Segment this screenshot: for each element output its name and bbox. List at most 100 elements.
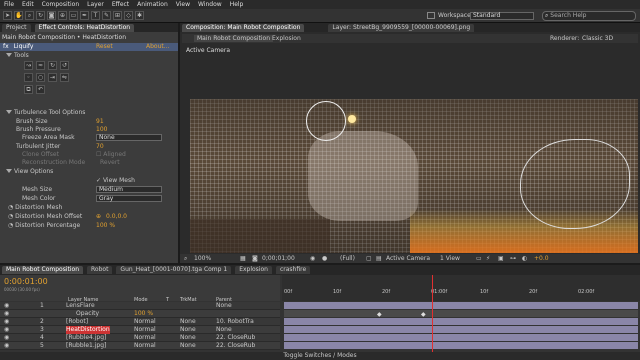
clone-tool-icon[interactable]: ⊞	[113, 11, 122, 20]
toggle-switches-modes[interactable]: Toggle Switches / Modes	[283, 352, 356, 359]
grid-icon[interactable]: ▦	[240, 255, 246, 262]
layer-row[interactable]: ◉ Opacity 100 %	[0, 310, 280, 318]
layer-row[interactable]: ◉ 5 [Rubble1.jpg] Normal None 22. CloseRub	[0, 342, 280, 350]
mesh-size-select[interactable]: Medium	[96, 186, 162, 193]
trkmat-select[interactable]: None	[180, 318, 196, 326]
menu-item[interactable]: Animation	[137, 1, 168, 8]
trkmat-select[interactable]: None	[180, 342, 196, 350]
tab-layer[interactable]: Layer: StreetBg_9909559_[00000-00069].pn…	[328, 23, 475, 32]
reconstruct-icon[interactable]: ↶	[36, 85, 45, 94]
magnify-icon[interactable]: ⌕	[184, 255, 187, 263]
menu-item[interactable]: Help	[230, 1, 244, 8]
timeline-tab[interactable]: Robot	[87, 266, 113, 274]
subnav-explosion[interactable]: Explosion	[272, 35, 301, 42]
camera-icon[interactable]: ◙	[252, 255, 258, 262]
mesh-color-select[interactable]: Gray	[96, 195, 162, 202]
freeze-area-mask-select[interactable]: None	[96, 134, 162, 141]
rotate-tool-icon[interactable]: ↻	[36, 11, 45, 20]
effect-header[interactable]: fx Liquify Reset About...	[0, 43, 178, 51]
layer-name[interactable]: [Rubble4.jpg]	[66, 334, 106, 342]
search-help-input[interactable]: ⌕ Search Help	[542, 11, 636, 21]
visibility-eye-icon[interactable]: ◉	[4, 326, 9, 334]
layer-row[interactable]: ◉ 1 LensFlare None	[0, 302, 280, 310]
parent-select[interactable]: None	[216, 302, 232, 310]
chevron-down-icon[interactable]	[6, 169, 12, 173]
timeline-tab[interactable]: Main Robot Composition	[2, 266, 84, 274]
parent-select[interactable]: 22. CloseRub	[216, 334, 255, 342]
camera-tool-icon[interactable]: ◙	[47, 11, 56, 20]
tab-effect-controls[interactable]: Effect Controls: HeatDistortion	[34, 23, 135, 32]
brush-pressure-value[interactable]: 100	[96, 126, 107, 134]
about-link[interactable]: About...	[146, 43, 169, 51]
twirl-ccw-icon[interactable]: ↺	[60, 61, 69, 70]
layer-name[interactable]: HeatDistortion	[66, 326, 110, 334]
turbulent-jitter-value[interactable]: 70	[96, 143, 104, 151]
timeline-icon[interactable]: ▣	[498, 255, 504, 262]
visibility-eye-icon[interactable]: ◉	[4, 342, 9, 350]
pucker-icon[interactable]: ◦	[24, 73, 33, 82]
clone-icon[interactable]: ⧉	[24, 85, 33, 94]
reflection-icon[interactable]: ⇋	[60, 73, 69, 82]
visibility-eye-icon[interactable]: ◉	[4, 318, 9, 326]
puppet-tool-icon[interactable]: ✱	[135, 11, 144, 20]
parent-select[interactable]: 22. CloseRub	[216, 342, 255, 350]
roi-icon[interactable]: ▢	[366, 255, 372, 262]
pan-behind-tool-icon[interactable]: ⊕	[58, 11, 67, 20]
layer-duration-bar[interactable]	[284, 342, 638, 349]
viewer-timecode[interactable]: 0;00;01;00	[262, 255, 295, 262]
bloat-icon[interactable]: ○	[36, 73, 45, 82]
workspace-select[interactable]: Standard	[470, 12, 534, 20]
mode-select[interactable]: Normal	[134, 326, 156, 334]
mode-select[interactable]: Normal	[134, 318, 156, 326]
hand-tool-icon[interactable]: ✋	[14, 11, 23, 20]
layer-number[interactable]: 1	[40, 302, 44, 310]
subnav-main-robot[interactable]: Main Robot Composition	[194, 35, 274, 42]
exposure-icon[interactable]: ◐	[522, 255, 527, 262]
menu-item[interactable]: Window	[198, 1, 222, 8]
zoom-value[interactable]: 100%	[194, 255, 211, 262]
tab-project[interactable]: Project	[2, 23, 31, 32]
camera-select[interactable]: Active Camera	[386, 255, 430, 262]
eraser-tool-icon[interactable]: ◇	[124, 11, 133, 20]
menu-item[interactable]: Layer	[87, 1, 104, 8]
visibility-eye-icon[interactable]: ◉	[4, 310, 9, 318]
flowchart-icon[interactable]: ⊶	[510, 255, 516, 262]
tab-composition[interactable]: Composition: Main Robot Composition	[182, 23, 305, 32]
opacity-value[interactable]: 100 %	[134, 310, 153, 318]
pixel-aspect-icon[interactable]: ▭	[476, 255, 482, 262]
warp-icon[interactable]: ↝	[24, 61, 33, 70]
layer-row[interactable]: ◉ 3 HeatDistortion Normal None None	[0, 326, 280, 334]
parent-select[interactable]: None	[216, 326, 232, 334]
layer-number[interactable]: 4	[40, 334, 44, 342]
views-select[interactable]: 1 View	[440, 255, 460, 262]
trkmat-select[interactable]: None	[180, 326, 196, 334]
turbulence-icon[interactable]: ≈	[36, 61, 45, 70]
zoom-tool-icon[interactable]: ⌕	[25, 11, 34, 20]
menu-item[interactable]: File	[4, 1, 14, 8]
mask-tool-icon[interactable]: ▭	[69, 11, 78, 20]
brush-size-value[interactable]: 91	[96, 118, 104, 126]
trkmat-select[interactable]: None	[180, 334, 196, 342]
text-tool-icon[interactable]: T	[91, 11, 100, 20]
chevron-down-icon[interactable]	[6, 53, 12, 57]
layer-duration-bar[interactable]	[284, 334, 638, 341]
transparency-grid-icon[interactable]: ▤	[376, 255, 382, 262]
timeline-tab[interactable]: Gun_Heat_[0001-0070].tga Comp 1	[116, 266, 232, 274]
menu-item[interactable]: Composition	[42, 1, 79, 8]
menu-item[interactable]: Edit	[22, 1, 34, 8]
layer-name[interactable]: [Rubble1.jpg]	[66, 342, 106, 350]
twirl-cw-icon[interactable]: ↻	[48, 61, 57, 70]
shift-pixels-icon[interactable]: ⇥	[48, 73, 57, 82]
distortion-mesh-offset-value[interactable]: 0.0,0.0	[106, 213, 127, 221]
comp-viewer-image[interactable]	[190, 99, 638, 253]
color-channel-icon[interactable]: ●	[322, 255, 327, 262]
parent-select[interactable]: 10. RobotTra	[216, 318, 254, 326]
layer-duration-bar[interactable]	[284, 310, 638, 317]
snapshot-icon[interactable]: ◉	[310, 255, 315, 262]
brush-tool-icon[interactable]: ✎	[102, 11, 111, 20]
layer-number[interactable]: 5	[40, 342, 44, 350]
menu-item[interactable]: View	[176, 1, 190, 8]
pen-tool-icon[interactable]: ✒	[80, 11, 89, 20]
layer-row[interactable]: ◉ 4 [Rubble4.jpg] Normal None 22. CloseRub	[0, 334, 280, 342]
layer-duration-bar[interactable]	[284, 326, 638, 333]
